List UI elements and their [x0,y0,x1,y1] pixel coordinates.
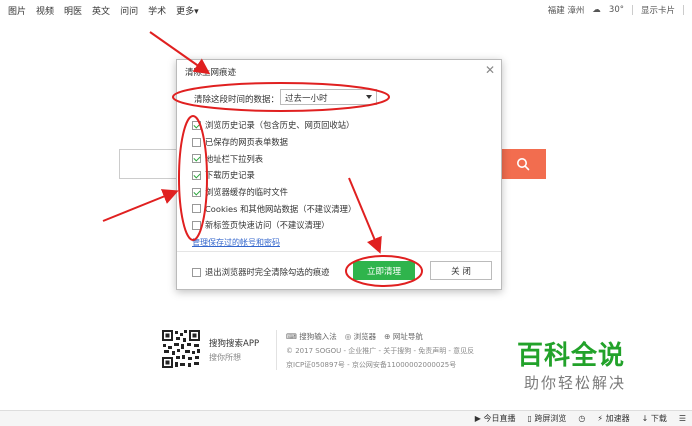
manage-passwords-link[interactable]: 管理保存过的帐号和密码 [192,237,280,248]
icp-text: 京ICP证050897号 - 京公网安备11000002000025号 [286,361,457,369]
nav-link-images[interactable]: 图片 [8,4,26,17]
footer-link-label: 搜狗输入法 [299,332,337,341]
option-label: Cookies 和其他网站数据（不建议清理） [205,203,357,214]
checkbox[interactable] [192,220,201,230]
footer-link-label: 浏览器 [353,332,377,341]
download-button[interactable]: ↓ 下载 [642,413,667,424]
checkbox[interactable] [192,137,201,147]
footer-link-browser[interactable]: ◎ 浏览器 [345,331,376,342]
cross-screen-button[interactable]: ▯ 跨屏浏览 [527,413,566,424]
nav-links: 图片 视频 明医 英文 问问 学术 更多▾ [8,4,199,17]
history-icon[interactable]: ◷ [578,414,585,423]
watermark-subtitle: 助你轻松解决 [524,374,627,392]
option-label: 浏览器缓存的临时文件 [205,187,288,198]
checkbox[interactable] [192,170,201,180]
checkbox[interactable] [192,267,201,277]
cloud-icon: ☁ [592,5,601,15]
option-new-tab[interactable]: 新标签页快速访问（不建议清理） [192,217,356,234]
footer-links: ⌨ 搜狗输入法 ◎ 浏览器 ⊕ 网址导航 [286,331,423,342]
status-item-label: 跨屏浏览 [534,414,567,423]
checkbox[interactable] [192,120,201,130]
option-cache[interactable]: 浏览器缓存的临时文件 [192,184,356,201]
live-button[interactable]: ▶ 今日直播 [475,413,516,424]
footer-link-input-method[interactable]: ⌨ 搜狗输入法 [286,331,337,342]
nav-link-wenwen[interactable]: 问问 [120,4,138,17]
option-label: 新标签页快速访问（不建议清理） [205,220,330,231]
nav-link-videos[interactable]: 视频 [36,4,54,17]
footer-link-navigation[interactable]: ⊕ 网址导航 [384,331,423,342]
time-range-label: 清除这段时间的数据： [194,95,280,105]
close-button[interactable]: 关 闭 [430,261,492,280]
option-browsing-history[interactable]: 浏览历史记录（包含历史、网页回收站） [192,117,356,134]
show-card-toggle[interactable]: 显示卡片 [641,4,675,16]
app-subtitle: 搜你所想 [209,353,241,362]
status-bar-items: ▶ 今日直播 ▯ 跨屏浏览 ◷ ⚡ 加速器 ↓ 下载 ☰ [475,413,686,424]
nav-link-medical[interactable]: 明医 [64,4,82,17]
clear-now-button[interactable]: 立即清理 [353,261,415,280]
option-label: 下载历史记录 [205,170,255,181]
nav-link-academic[interactable]: 学术 [148,4,166,17]
copyright-text: © 2017 SOGOU - 企业推广 - 关于搜狗 - 免责声明 - 意见反 [286,347,475,355]
option-form-data[interactable]: 已保存的网页表单数据 [192,134,356,151]
temperature: 30° [608,5,624,15]
top-navigation: 图片 视频 明医 英文 问问 学术 更多▾ 福建 漳州 ☁ 30° 显示卡片 [0,0,692,20]
divider [276,330,277,370]
divider [683,5,684,15]
status-bar: ▶ 今日直播 ▯ 跨屏浏览 ◷ ⚡ 加速器 ↓ 下载 ☰ [0,410,692,426]
nav-link-english[interactable]: 英文 [92,4,110,17]
option-label: 地址栏下拉列表 [205,153,264,164]
checkbox[interactable] [192,154,201,164]
search-button[interactable] [500,149,546,179]
status-item-label: 下载 [650,414,667,423]
qr-code-icon [161,329,201,369]
annotation-arrow [102,189,179,222]
divider [177,251,501,252]
accelerator-button[interactable]: ⚡ 加速器 [597,413,629,424]
option-cookies[interactable]: Cookies 和其他网站数据（不建议清理） [192,200,356,217]
options-list: 浏览历史记录（包含历史、网页回收站） 已保存的网页表单数据 地址栏下拉列表 下载… [192,117,356,234]
option-label: 浏览历史记录（包含历史、网页回收站） [205,120,355,131]
top-right-info: 福建 漳州 ☁ 30° 显示卡片 [548,4,684,16]
divider [631,5,633,15]
checkbox[interactable] [192,204,201,214]
menu-icon[interactable]: ☰ [679,414,686,423]
weather-location[interactable]: 福建 漳州 [548,4,585,16]
chevron-down-icon [366,95,372,99]
status-item-label: 今日直播 [483,414,516,423]
search-icon [517,158,530,171]
time-range-select[interactable]: 过去一小时 [280,89,377,105]
status-item-label: 加速器 [605,414,630,423]
clear-traces-dialog: 清除上网痕迹 ✕ 清除这段时间的数据： 过去一小时 浏览历史记录（包含历史、网页… [176,59,502,290]
footer-link-label: 网址导航 [392,332,423,341]
watermark-title: 百科全说 [517,341,626,371]
dialog-title: 清除上网痕迹 [185,68,237,78]
exit-clear-option[interactable]: 退出浏览器时完全清除勾选的痕迹 [192,266,329,278]
close-icon[interactable]: ✕ [485,63,495,77]
exit-clear-label: 退出浏览器时完全清除勾选的痕迹 [205,267,330,277]
checkbox[interactable] [192,187,201,197]
option-download-history[interactable]: 下载历史记录 [192,167,356,184]
app-title: 搜狗搜索APP [209,339,260,349]
option-address-bar[interactable]: 地址栏下拉列表 [192,150,356,167]
option-label: 已保存的网页表单数据 [205,137,288,148]
time-range-value: 过去一小时 [285,94,328,104]
nav-link-more[interactable]: 更多▾ [176,4,199,17]
